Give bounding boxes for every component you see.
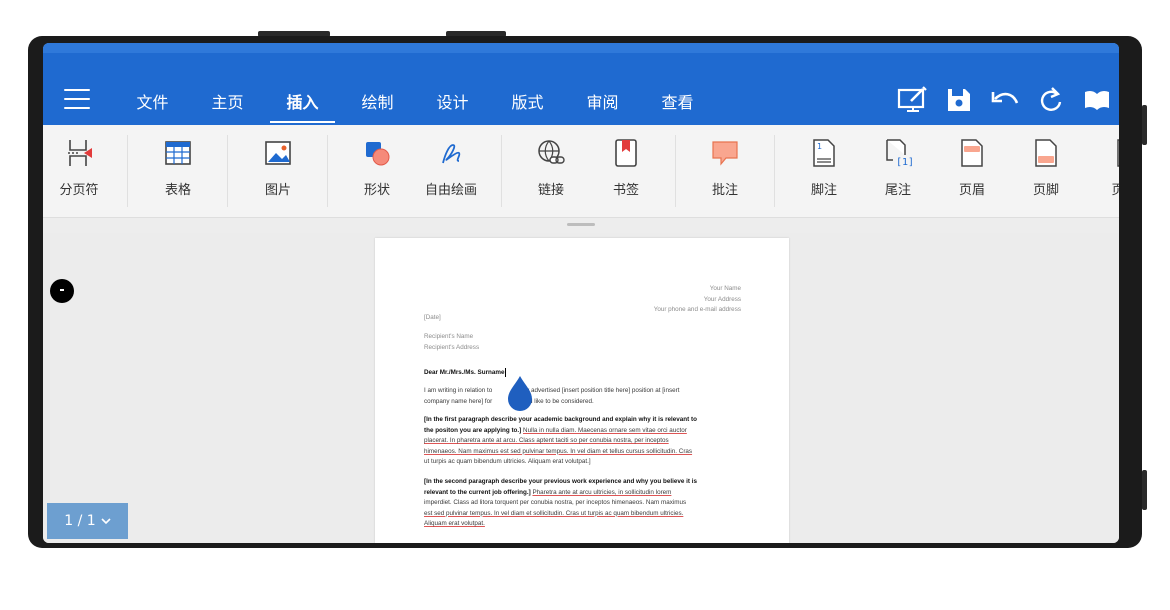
page-number-button[interactable]: 页 bbox=[1098, 125, 1119, 217]
ribbon-separator bbox=[501, 135, 502, 207]
app-screen: 文件 主页 插入 绘制 设计 版式 审阅 查看 分页符 表格 图片 形状 自由绘… bbox=[43, 43, 1119, 543]
page-number-icon bbox=[1102, 137, 1119, 169]
header-icon bbox=[956, 137, 988, 169]
page-indicator[interactable]: 1 / 1 bbox=[47, 503, 128, 539]
footer-icon bbox=[1030, 137, 1062, 169]
ribbon-separator bbox=[227, 135, 228, 207]
comment-icon bbox=[709, 137, 741, 169]
device-button-side bbox=[1142, 105, 1147, 145]
chevron-down-icon bbox=[101, 513, 111, 529]
document-canvas[interactable]: Your Name Your Address Your phone and e-… bbox=[43, 233, 1119, 543]
tab-design[interactable]: 设计 bbox=[415, 81, 490, 125]
footer-button[interactable]: 页脚 bbox=[1023, 125, 1069, 217]
footnote-button[interactable]: 1 脚注 bbox=[801, 125, 847, 217]
table-icon bbox=[162, 137, 194, 169]
redo-icon[interactable] bbox=[1035, 85, 1067, 115]
present-icon[interactable] bbox=[897, 85, 929, 115]
salutation: Dear Mr./Mrs./Ms. Surname bbox=[424, 368, 506, 377]
picture-icon bbox=[262, 137, 294, 169]
touch-indicator bbox=[50, 279, 74, 303]
comment-button[interactable]: 批注 bbox=[702, 125, 748, 217]
tab-draw[interactable]: 绘制 bbox=[340, 81, 415, 125]
link-icon bbox=[535, 137, 567, 169]
ribbon-separator bbox=[774, 135, 775, 207]
endnote-icon: [1] bbox=[882, 137, 914, 169]
save-icon[interactable] bbox=[943, 85, 975, 115]
date-line: [Date] bbox=[424, 314, 441, 321]
menu-tabs: 文件 主页 插入 绘制 设计 版式 审阅 查看 bbox=[115, 81, 715, 125]
tab-view[interactable]: 查看 bbox=[640, 81, 715, 125]
menu-icon[interactable] bbox=[64, 89, 90, 109]
insert-ribbon: 分页符 表格 图片 形状 自由绘画 链接 书签 批注 1 脚注 [1 尾注 页眉… bbox=[43, 125, 1119, 218]
page-break-icon bbox=[63, 137, 95, 169]
shape-icon bbox=[361, 137, 393, 169]
tab-home[interactable]: 主页 bbox=[190, 81, 265, 125]
svg-text:1: 1 bbox=[817, 142, 822, 151]
page-indicator-label: 1 / 1 bbox=[64, 513, 96, 529]
ribbon-separator bbox=[675, 135, 676, 207]
picture-button[interactable]: 图片 bbox=[255, 125, 301, 217]
device-button-side bbox=[1142, 470, 1147, 510]
read-mode-icon[interactable] bbox=[1081, 85, 1113, 115]
table-button[interactable]: 表格 bbox=[155, 125, 201, 217]
footnote-icon: 1 bbox=[808, 137, 840, 169]
freehand-icon bbox=[435, 137, 467, 169]
freehand-button[interactable]: 自由绘画 bbox=[421, 125, 481, 217]
ribbon-separator bbox=[127, 135, 128, 207]
link-button[interactable]: 链接 bbox=[528, 125, 574, 217]
tab-review[interactable]: 审阅 bbox=[565, 81, 640, 125]
tab-insert[interactable]: 插入 bbox=[265, 81, 340, 125]
document-page[interactable]: Your Name Your Address Your phone and e-… bbox=[375, 238, 789, 543]
svg-text:[1]: [1] bbox=[896, 157, 912, 168]
bookmark-button[interactable]: 书签 bbox=[603, 125, 649, 217]
tab-file[interactable]: 文件 bbox=[115, 81, 190, 125]
bookmark-icon bbox=[610, 137, 642, 169]
tab-layout[interactable]: 版式 bbox=[490, 81, 565, 125]
ribbon-separator bbox=[327, 135, 328, 207]
recipient-block: Recipient's Name Recipient's Address bbox=[424, 333, 480, 351]
toolbar-icons bbox=[897, 85, 1113, 115]
text-cursor-handle[interactable] bbox=[506, 376, 534, 412]
endnote-button[interactable]: [1] 尾注 bbox=[875, 125, 921, 217]
ribbon-collapse-handle[interactable] bbox=[567, 223, 595, 226]
shape-button[interactable]: 形状 bbox=[354, 125, 400, 217]
undo-icon[interactable] bbox=[989, 85, 1021, 115]
page-break-button[interactable]: 分页符 bbox=[53, 125, 105, 217]
header-button[interactable]: 页眉 bbox=[949, 125, 995, 217]
first-paragraph: [In the first paragraph describe your ac… bbox=[424, 416, 697, 465]
sender-block: Your Name Your Address Your phone and e-… bbox=[653, 285, 741, 313]
top-bar: 文件 主页 插入 绘制 设计 版式 审阅 查看 bbox=[43, 43, 1119, 125]
intro-paragraph: I am writing in relation to ently advert… bbox=[424, 387, 680, 405]
second-paragraph: [In the second paragraph describe your p… bbox=[424, 478, 697, 527]
status-strip bbox=[43, 43, 1119, 53]
